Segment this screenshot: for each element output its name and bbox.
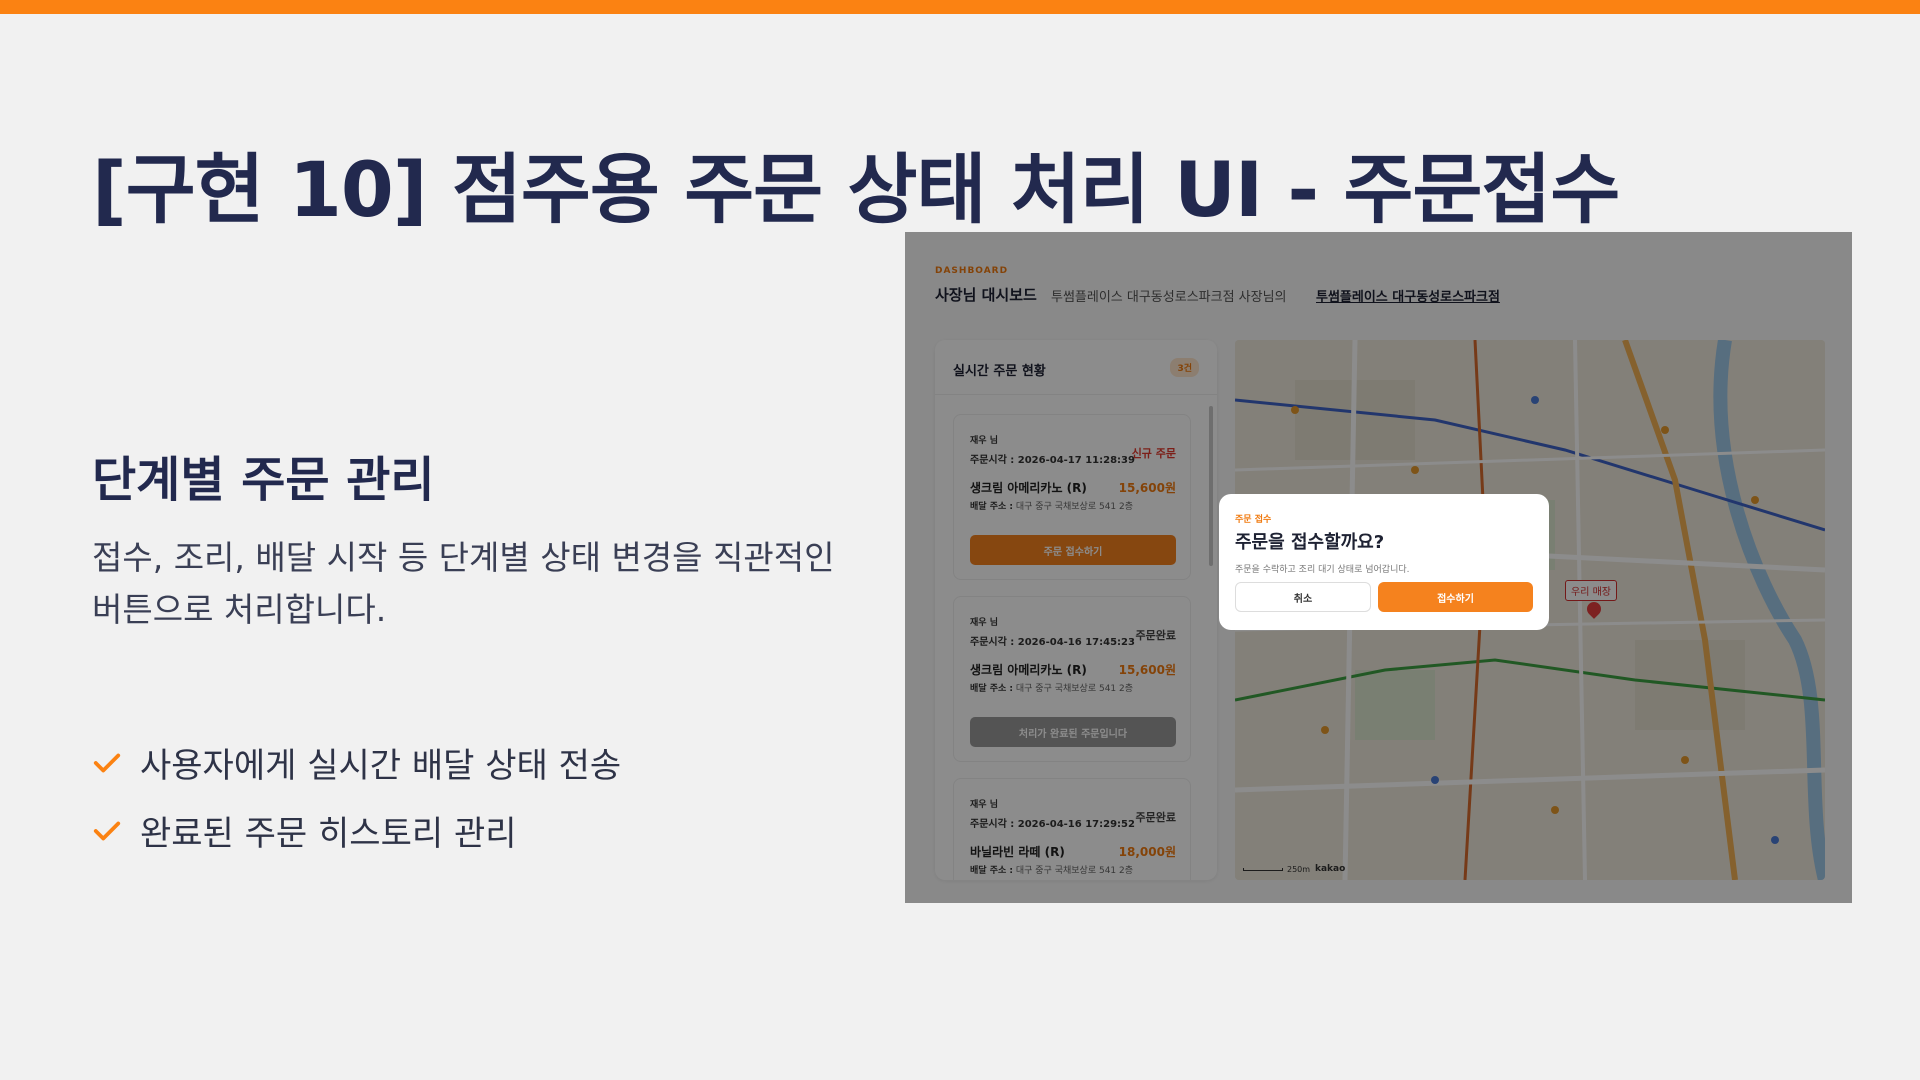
slide-subtitle: 단계별 주문 관리 bbox=[92, 452, 435, 508]
accept-button[interactable]: 접수하기 bbox=[1378, 582, 1533, 612]
top-accent-bar bbox=[0, 0, 1920, 14]
cancel-button[interactable]: 취소 bbox=[1235, 582, 1371, 612]
bullet-item: 사용자에게 실시간 배달 상태 전송 bbox=[92, 738, 621, 787]
accept-order-dialog: 주문 접수 주문을 접수할까요? 주문을 수락하고 조리 대기 상태로 넘어갑니… bbox=[1219, 494, 1549, 630]
slide-description: 접수, 조리, 배달 시작 등 단계별 상태 변경을 직관적인 버튼으로 처리합… bbox=[92, 538, 835, 629]
bullet-text: 완료된 주문 히스토리 관리 bbox=[140, 814, 517, 854]
bullet-text: 사용자에게 실시간 배달 상태 전송 bbox=[140, 746, 622, 786]
check-icon bbox=[93, 821, 121, 840]
dashboard-screenshot: DASHBOARD 사장님 대시보드 투썸플레이스 대구동성로스파크점 사장님의… bbox=[905, 232, 1852, 903]
dialog-eyebrow: 주문 접수 bbox=[1235, 515, 1272, 525]
slide-title: [구현 10] 점주용 주문 상태 처리 UI - 주문접수 bbox=[92, 145, 1620, 234]
dialog-title: 주문을 접수할까요? bbox=[1235, 532, 1385, 553]
bullet-item: 완료된 주문 히스토리 관리 bbox=[92, 806, 517, 855]
check-icon bbox=[93, 753, 121, 772]
dialog-description: 주문을 수락하고 조리 대기 상태로 넘어갑니다. bbox=[1235, 565, 1410, 575]
